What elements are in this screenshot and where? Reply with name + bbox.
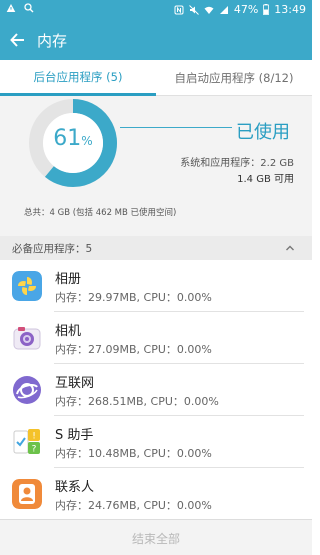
mute-icon bbox=[188, 4, 199, 15]
app-list: 相册 内存：29.97MB, CPU：0.00% 相机 内存：27.09MB, … bbox=[0, 260, 312, 520]
app-usage: 内存：29.97MB, CPU：0.00% bbox=[55, 291, 212, 304]
app-usage: 内存：27.09MB, CPU：0.00% bbox=[55, 343, 212, 356]
app-usage: 内存：24.76MB, CPU：0.00% bbox=[55, 499, 212, 512]
system-apps-usage: 系统和应用程序：2.2 GB bbox=[180, 158, 294, 169]
signal-icon bbox=[219, 5, 228, 14]
app-bar: 内存 bbox=[0, 20, 312, 60]
svg-text:!: ! bbox=[32, 432, 36, 442]
back-arrow-icon[interactable] bbox=[8, 30, 28, 50]
available-memory: 1.4 GB 可用 bbox=[237, 174, 294, 185]
contacts-icon bbox=[12, 479, 42, 509]
list-item[interactable]: 联系人 内存：24.76MB, CPU：0.00% bbox=[0, 468, 312, 520]
list-item[interactable]: ! ? S 助手 内存：10.48MB, CPU：0.00% bbox=[0, 416, 312, 468]
total-memory: 总共：4 GB (包括 462 MB 已使用空间) bbox=[24, 208, 177, 218]
svg-text:?: ? bbox=[32, 445, 37, 455]
memory-summary: 61% 已使用 系统和应用程序：2.2 GB 1.4 GB 可用 总共：4 GB… bbox=[0, 96, 312, 236]
app-name: 相册 bbox=[55, 272, 82, 287]
callout-line bbox=[120, 127, 232, 128]
tab-bar: 后台应用程序 (5) 自启动应用程序 (8/12) bbox=[0, 60, 312, 96]
usage-percent-sign: % bbox=[81, 134, 93, 148]
usage-percent-value: 61 bbox=[53, 126, 82, 151]
s-assistant-icon: ! ? bbox=[13, 429, 40, 455]
camera-icon bbox=[13, 327, 41, 350]
tab-autostart-apps[interactable]: 自启动应用程序 (8/12) bbox=[156, 60, 312, 96]
battery-icon bbox=[263, 4, 270, 15]
bottom-bar: 结束全部 bbox=[0, 519, 312, 555]
list-item[interactable]: 相机 内存：27.09MB, CPU：0.00% bbox=[0, 312, 312, 364]
used-label: 已使用 bbox=[236, 122, 290, 143]
essential-apps-header[interactable]: 必备应用程序：5 bbox=[0, 236, 312, 260]
list-item[interactable]: 相册 内存：29.97MB, CPU：0.00% bbox=[0, 260, 312, 312]
status-bar: 47% 13:49 bbox=[0, 0, 312, 20]
gallery-icon bbox=[12, 271, 42, 301]
app-usage: 内存：268.51MB, CPU：0.00% bbox=[55, 395, 219, 408]
app-name: S 助手 bbox=[55, 428, 94, 443]
nfc-icon bbox=[174, 5, 184, 14]
end-all-button[interactable]: 结束全部 bbox=[0, 520, 312, 555]
app-name: 相机 bbox=[55, 324, 82, 339]
app-usage: 内存：10.48MB, CPU：0.00% bbox=[55, 447, 212, 460]
app-name: 联系人 bbox=[55, 480, 95, 495]
page-title: 内存 bbox=[37, 32, 68, 50]
list-item[interactable]: 互联网 内存：268.51MB, CPU：0.00% bbox=[0, 364, 312, 416]
internet-icon bbox=[13, 376, 41, 404]
clock: 13:49 bbox=[274, 3, 306, 16]
tab-background-apps[interactable]: 后台应用程序 (5) bbox=[0, 60, 156, 96]
wifi-icon bbox=[204, 6, 214, 14]
app-name: 互联网 bbox=[55, 376, 95, 391]
section-title: 必备应用程序：5 bbox=[12, 243, 93, 255]
usage-percent: 61% bbox=[26, 126, 120, 151]
battery-percent: 47% bbox=[233, 3, 259, 16]
warning-icon bbox=[6, 4, 16, 12]
search-icon bbox=[24, 3, 34, 13]
chevron-up-icon[interactable] bbox=[284, 242, 296, 254]
